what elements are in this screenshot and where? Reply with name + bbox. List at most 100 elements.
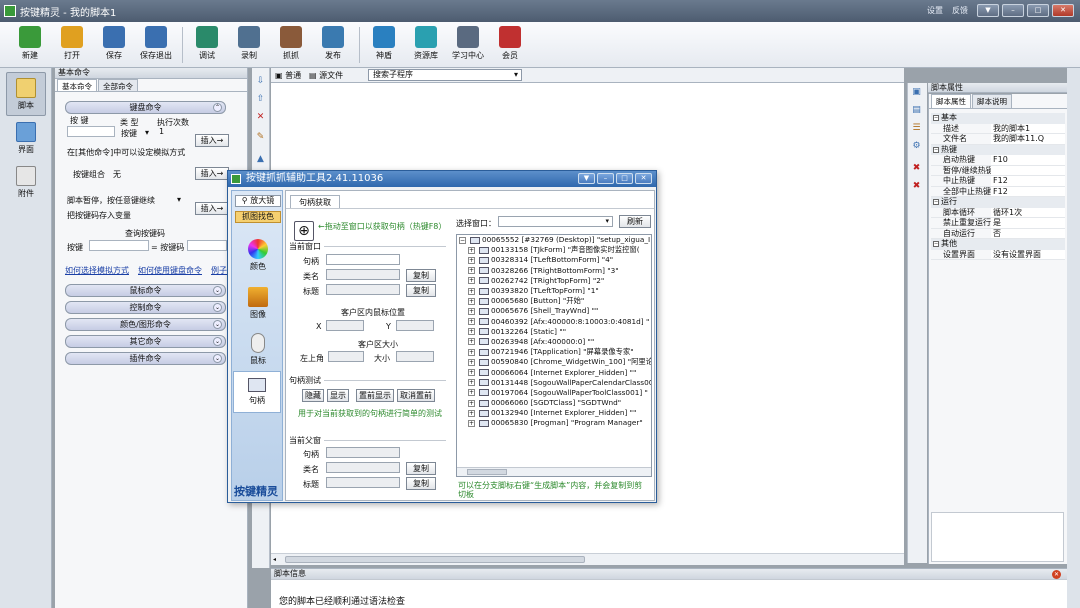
toolbar-button-9[interactable]: 资源库 (408, 26, 444, 61)
tab-source[interactable]: ▤ 源文件 (309, 70, 343, 81)
tree-row[interactable]: +00590840 [Chrome_WidgetWin_100] "阿里论 (457, 357, 651, 367)
property-category[interactable]: − 基本 (931, 113, 1065, 124)
expand-icon[interactable]: + (468, 287, 475, 295)
tree-row[interactable]: +00721946 [TApplication] "屏幕录像专家" (457, 347, 651, 357)
maximize-button[interactable]: □ (1027, 4, 1049, 17)
arrow-down-icon[interactable]: ⇩ (255, 76, 266, 87)
copy-parent-class-button[interactable]: 复制 (406, 462, 436, 475)
remove-all-icon[interactable]: ✖ (911, 181, 922, 192)
nav-attachment-button[interactable]: 附件 (6, 160, 46, 204)
parent-handle-field[interactable] (326, 447, 400, 458)
tree-row[interactable]: +00066064 [Internet Explorer_Hidden] "" (457, 367, 651, 377)
expand-icon[interactable]: + (468, 267, 475, 275)
pause-label[interactable]: 脚本暂停，按任意键继续 (67, 195, 155, 206)
scroll-left-icon[interactable]: ◂ (273, 556, 279, 563)
property-row[interactable]: 自动运行 否 (931, 228, 1065, 239)
toolbar-button-7[interactable]: 发布 (315, 26, 351, 61)
parent-caption-field[interactable] (326, 477, 400, 488)
tab-script-props[interactable]: 脚本属性 (931, 94, 971, 108)
page-icon[interactable]: ▣ (911, 87, 922, 98)
property-value[interactable] (991, 165, 1065, 175)
collapse-icon[interactable]: − (933, 241, 939, 248)
insert-button-1[interactable]: 插入→ (195, 134, 229, 147)
tree-row[interactable]: +00328266 [TRightBottomForm] "3" (457, 266, 651, 276)
tab-basic-commands[interactable]: 基本命令 (57, 79, 97, 91)
insert-button-3[interactable]: 插入→ (195, 202, 229, 215)
query-key-input[interactable] (89, 240, 149, 251)
toolbar-button-2[interactable]: 保存 (96, 26, 132, 61)
tab-handle-get[interactable]: 句柄获取 (290, 195, 340, 208)
expand-icon[interactable]: + (468, 409, 475, 417)
capture-color-button[interactable]: 抓图找色 (235, 211, 281, 223)
dialog-maximize-button[interactable]: □ (616, 173, 633, 184)
times-input[interactable]: 1 (159, 127, 164, 136)
other-command-group[interactable]: 其它命令 ⌄ (65, 335, 226, 348)
handle-tool-button[interactable]: 句柄 (233, 371, 281, 413)
tree-row[interactable]: +00131448 [SogouWallPaperCalendarClass00 (457, 378, 651, 388)
gear-icon[interactable]: ⚙ (911, 141, 922, 152)
close-icon[interactable]: ✕ (1052, 570, 1061, 579)
list-icon[interactable]: ☰ (911, 123, 922, 134)
hide-button[interactable]: 隐藏 (302, 389, 324, 402)
tree-row[interactable]: +00460392 [Afx:400000:8:10003:0:4081d] " (457, 317, 651, 327)
collapse-icon[interactable]: − (933, 115, 939, 122)
help-link-mode[interactable]: 如何选择模拟方式 (65, 265, 129, 276)
tree-row[interactable]: +00065680 [Button] "开始" (457, 296, 651, 306)
color-command-group[interactable]: 颜色/图形命令 ⌄ (65, 318, 226, 331)
collapse-icon[interactable]: − (933, 146, 939, 153)
control-command-group[interactable]: 控制命令 ⌄ (65, 301, 226, 314)
property-row[interactable]: 描述 我的脚本1 (931, 123, 1065, 134)
property-value[interactable]: F12 (991, 186, 1065, 196)
expand-icon[interactable]: + (468, 358, 475, 366)
property-value[interactable]: F10 (991, 155, 1065, 165)
caption-field[interactable] (326, 284, 400, 295)
toolbar-button-8[interactable]: 神盾 (366, 26, 402, 61)
tree-row[interactable]: +00328314 [TLeftBottomForm] "4" (457, 255, 651, 265)
image-tool-button[interactable]: 图像 (236, 287, 280, 320)
tree-row[interactable]: +00197064 [SogouWallPaperToolClass001] " (457, 388, 651, 398)
toolbar-button-0[interactable]: 新建 (12, 26, 48, 61)
copy-caption-button[interactable]: 复制 (406, 284, 436, 297)
copy-parent-caption-button[interactable]: 复制 (406, 477, 436, 490)
select-window-dropdown[interactable]: ▾ (498, 216, 613, 227)
property-row[interactable]: 禁止重复运行是 (931, 218, 1065, 229)
expand-icon[interactable]: + (468, 379, 475, 387)
expand-icon[interactable]: + (468, 307, 475, 315)
subroutine-search-select[interactable]: 搜索子程序 ▾ (368, 69, 522, 81)
refresh-button[interactable]: 刷新 (619, 215, 651, 228)
property-value[interactable]: 循环1次 (991, 207, 1065, 217)
tree-row[interactable]: +00393820 [TLeftTopForm] "1" (457, 286, 651, 296)
settings-link[interactable]: 设置 (927, 5, 943, 16)
tab-script-desc[interactable]: 脚本说明 (972, 94, 1012, 108)
delete-icon[interactable]: ✕ (255, 112, 266, 123)
color-tool-button[interactable]: 颜色 (236, 239, 280, 272)
tree-row[interactable]: +00133158 [TJkForm] "声音图像实时监控窗( (457, 245, 651, 255)
property-category[interactable]: − 运行 (931, 197, 1065, 208)
crosshair-icon[interactable]: ⊕ (294, 221, 314, 241)
close-button[interactable]: ✕ (1052, 4, 1074, 17)
tree-row[interactable]: +00132264 [Static] "" (457, 327, 651, 337)
dialog-menu-button[interactable]: ▼ (578, 173, 595, 184)
property-row[interactable]: 启动热键 F10 (931, 155, 1065, 166)
remove-icon[interactable]: ✖ (911, 163, 922, 174)
expand-icon[interactable]: + (468, 318, 475, 326)
dropdown-arrow-icon[interactable]: ▾ (145, 128, 149, 137)
toolbar-button-10[interactable]: 学习中心 (450, 26, 486, 61)
property-row[interactable]: 暂停/继续热键 (931, 165, 1065, 176)
combo-value[interactable]: 无 (113, 169, 121, 180)
minimize-button[interactable]: – (1002, 4, 1024, 17)
expand-icon[interactable]: + (468, 297, 475, 305)
mouse-tool-button[interactable]: 鼠标 (236, 333, 280, 366)
bring-front-button[interactable]: 置前显示 (356, 389, 394, 402)
expand-icon[interactable]: + (468, 389, 475, 397)
expand-icon[interactable]: + (468, 369, 475, 377)
property-value[interactable]: 我的脚本1 (991, 123, 1065, 133)
tree-root-row[interactable]: − 00065552 [#32769 (Desktop)] "setup_xigu… (457, 235, 651, 245)
toolbar-button-11[interactable]: 会员 (492, 26, 528, 61)
tree-row[interactable]: +00065830 [Progman] "Program Manager" (457, 418, 651, 428)
help-link-example[interactable]: 例子 (211, 265, 227, 276)
toolbar-button-5[interactable]: 录制 (231, 26, 267, 61)
property-value[interactable]: 我的脚本11.Q (991, 134, 1065, 144)
expand-icon[interactable]: + (468, 348, 475, 356)
dropdown-arrow-icon[interactable]: ▾ (177, 195, 181, 204)
